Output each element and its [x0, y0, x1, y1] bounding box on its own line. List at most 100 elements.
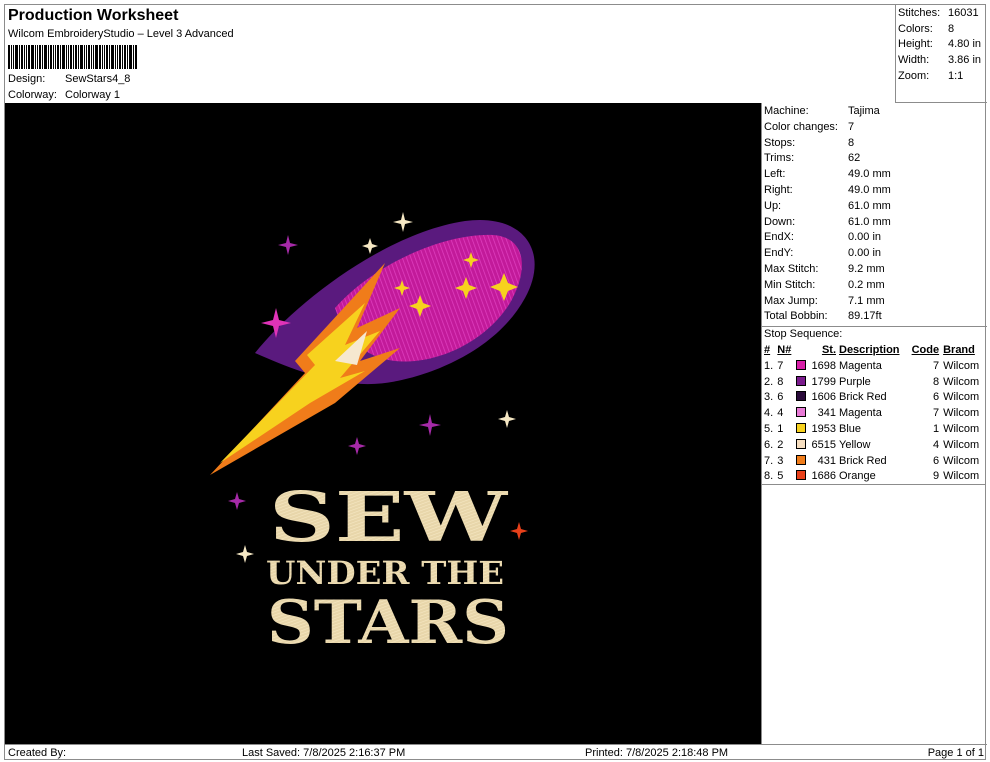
col-brand: Brand	[943, 344, 975, 357]
colorway-value: Colorway 1	[65, 89, 121, 101]
barcode-bar	[78, 45, 79, 69]
stop-brand: Wilcom	[943, 407, 980, 420]
stop-stitches: 341	[817, 407, 836, 420]
property-row: Down: 61.0 mm	[762, 216, 987, 232]
col-needle: N#	[777, 344, 792, 357]
property-value: 49.0 mm	[848, 183, 891, 196]
colorway-row: Colorway: Colorway 1	[8, 89, 120, 101]
col-code: Code	[911, 344, 940, 357]
design-text-line1: SEW	[269, 478, 509, 558]
barcode-bar	[60, 45, 61, 69]
embroidery-artwork: SEW UNDER THE STARS	[210, 212, 535, 658]
barcode-bar	[111, 45, 114, 69]
summary-label: Width:	[898, 54, 930, 67]
stop-code: 6	[932, 454, 940, 467]
barcode-bar	[106, 45, 108, 69]
design-value: SewStars4_8	[65, 73, 131, 85]
barcode-bar	[37, 45, 38, 69]
stop-index: 7.	[764, 454, 774, 467]
barcode-bar	[48, 45, 49, 69]
stop-stitches: 1686	[811, 470, 836, 483]
barcode-bar	[66, 45, 67, 69]
stop-row: 7. 3 431 Brick Red 6 Wilcom	[762, 453, 986, 469]
stop-description: Magenta	[839, 359, 882, 372]
stop-row: 5. 1 1953 Blue 1 Wilcom	[762, 421, 986, 437]
summary-row: Height: 4.80 in	[898, 38, 987, 54]
color-swatch	[795, 423, 806, 434]
property-label: Right:	[764, 183, 793, 196]
machine-properties: Machine: Tajima Color changes: 7 Stops: 8 Trim…	[762, 103, 987, 328]
property-value: 7.1 mm	[848, 294, 885, 307]
barcode-bar	[50, 45, 52, 69]
design-label: Design:	[8, 73, 46, 85]
stop-code: 4	[932, 438, 940, 451]
stop-brand: Wilcom	[943, 375, 980, 388]
created-by: Created By:	[8, 747, 67, 759]
property-label: Left:	[764, 168, 786, 181]
barcode-bar	[28, 45, 30, 69]
barcode-bar	[11, 45, 12, 69]
barcode-bar	[73, 45, 74, 69]
barcode-bar	[115, 45, 116, 69]
stop-needle: 5	[777, 470, 784, 483]
design-preview[interactable]: SEW UNDER THE STARS	[5, 103, 761, 744]
summary-row: Zoom: 1:1	[898, 70, 987, 86]
stop-code: 7	[932, 359, 940, 372]
property-row: Trims: 62	[762, 152, 987, 168]
barcode-bar	[42, 45, 43, 69]
property-label: Max Stitch:	[764, 262, 819, 275]
barcode-bar	[39, 45, 41, 69]
stop-code: 9	[932, 470, 940, 483]
barcode-bar	[62, 45, 65, 69]
property-row: EndY: 0.00 in	[762, 247, 987, 263]
barcode-bar	[80, 45, 83, 69]
color-swatch	[795, 391, 806, 402]
stop-description: Magenta	[839, 407, 882, 420]
barcode-bar	[109, 45, 110, 69]
property-row: Max Stitch: 9.2 mm	[762, 263, 987, 279]
barcode-bar	[57, 45, 59, 69]
stop-needle: 8	[777, 375, 784, 388]
color-swatch	[795, 438, 806, 449]
barcode-bar	[68, 45, 69, 69]
property-row: Right: 49.0 mm	[762, 184, 987, 200]
barcode-bar	[24, 45, 25, 69]
property-label: Min Stitch:	[764, 278, 816, 291]
barcode-bar	[26, 45, 27, 69]
summary-value: 8	[948, 22, 955, 35]
thread-color-swatch	[795, 453, 811, 469]
property-row: Color changes: 7	[762, 121, 987, 137]
stop-brand: Wilcom	[943, 454, 980, 467]
stop-stitches: 1606	[811, 391, 836, 404]
property-row: Left: 49.0 mm	[762, 168, 987, 184]
property-value: 62	[848, 152, 861, 165]
barcode-bar	[75, 45, 77, 69]
stop-sequence-table: # N# St. Description Code Brand 1. 7 1698 M…	[762, 342, 986, 485]
property-row: Stops: 8	[762, 137, 987, 153]
barcode-bar	[15, 45, 18, 69]
color-swatch	[795, 359, 806, 370]
barcode-bar	[70, 45, 72, 69]
stop-description: Orange	[839, 470, 876, 483]
summary-value: 1:1	[948, 69, 964, 82]
property-label: Total Bobbin:	[764, 310, 828, 323]
design-summary: Stitches: 16031 Colors: 8 Height: 4.80 in W…	[895, 5, 987, 103]
property-label: Stops:	[764, 136, 796, 149]
stop-table-header: # N# St. Description Code Brand	[762, 342, 986, 358]
property-value: 49.0 mm	[848, 168, 891, 181]
stop-brand: Wilcom	[943, 438, 980, 451]
stop-needle: 3	[777, 454, 784, 467]
stop-needle: 2	[777, 438, 784, 451]
barcode-bar	[99, 45, 101, 69]
stop-index: 2.	[764, 375, 774, 388]
stop-brand: Wilcom	[943, 423, 980, 436]
stop-row: 3. 6 1606 Brick Red 6 Wilcom	[762, 390, 986, 406]
stop-row: 6. 2 6515 Yellow 4 Wilcom	[762, 437, 986, 453]
property-label: Down:	[764, 215, 796, 228]
property-label: Max Jump:	[764, 294, 818, 307]
stop-code: 6	[932, 391, 940, 404]
summary-value: 3.86 in	[948, 54, 982, 67]
stop-code: 1	[932, 423, 940, 436]
stop-needle: 4	[777, 407, 784, 420]
page-number: Page 1 of 1	[927, 747, 984, 759]
